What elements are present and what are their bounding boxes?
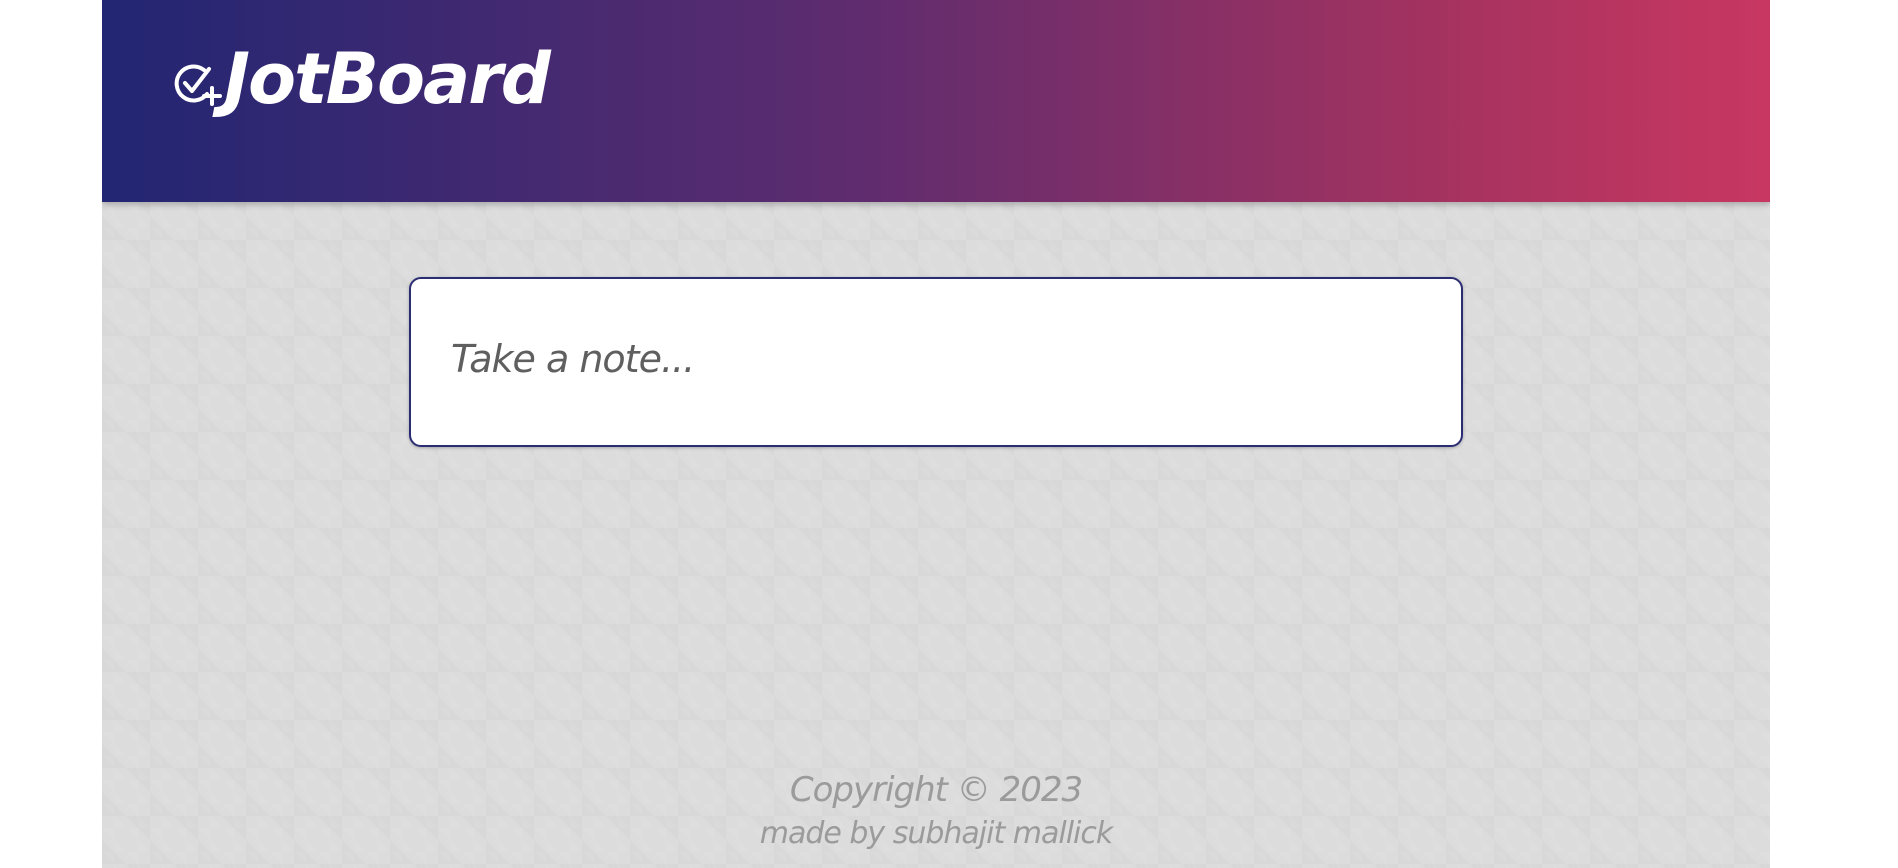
app-header: JotBoard [102,0,1770,202]
app-root: JotBoard Copyright © 2023 made by subhaj… [102,0,1770,868]
author-credit: made by subhajit mallick [759,816,1114,851]
page-footer: Copyright © 2023 made by subhajit mallic… [102,766,1770,854]
take-note-card[interactable] [409,277,1463,447]
take-note-input[interactable] [451,319,1391,399]
copyright-text: Copyright © 2023 [789,770,1083,810]
check-plus-circle-icon [174,58,222,110]
brand-name: JotBoard [224,38,551,120]
brand-logo[interactable]: JotBoard [174,38,551,120]
